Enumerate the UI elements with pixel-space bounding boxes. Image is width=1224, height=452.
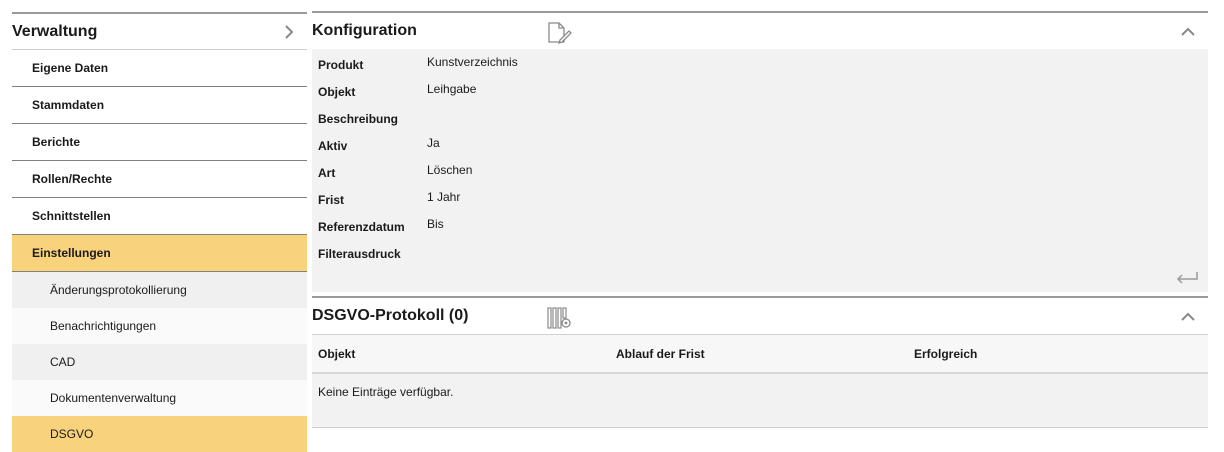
sidebar-item-einstellungen[interactable]: Einstellungen [12, 235, 307, 272]
chevron-right-icon[interactable] [281, 24, 297, 40]
field-art: Art Löschen [312, 159, 1208, 186]
sidebar-item-schnittstellen[interactable]: Schnittstellen [12, 198, 307, 235]
field-label: Art [318, 165, 336, 180]
sidebar-item-eigene-daten[interactable]: Eigene Daten [12, 50, 307, 87]
field-label: Frist [318, 192, 345, 207]
field-label: Objekt [318, 84, 356, 99]
panel-divider [312, 427, 1208, 430]
field-value: Kunstverzeichnis [427, 54, 518, 69]
field-aktiv: Aktiv Ja [312, 132, 1208, 159]
column-settings-icon[interactable] [546, 306, 572, 330]
column-header-ablauf-der-frist[interactable]: Ablauf der Frist [610, 347, 908, 361]
field-label: Filterausdruck [318, 246, 401, 261]
sidebar-subitem-dsgvo[interactable]: DSGVO [12, 416, 307, 452]
panel-title: DSGVO-Protokoll (0) [312, 307, 469, 324]
sidebar-item-rollen-rechte[interactable]: Rollen/Rechte [12, 161, 307, 198]
sidebar-subitem-cad[interactable]: CAD [12, 344, 307, 380]
chevron-up-icon[interactable] [1180, 25, 1196, 39]
sidebar-item-stammdaten[interactable]: Stammdaten [12, 87, 307, 124]
field-value: 1 Jahr [427, 189, 461, 204]
field-label: Aktiv [318, 138, 348, 153]
field-produkt: Produkt Kunstverzeichnis [312, 51, 1208, 78]
field-frist: Frist 1 Jahr [312, 186, 1208, 213]
empty-table-message: Keine Einträge verfügbar. [318, 385, 454, 399]
field-beschreibung: Beschreibung [312, 105, 1208, 132]
field-referenzdatum: Referenzdatum Bis [312, 213, 1208, 240]
dsgvo-protokoll-panel: DSGVO-Protokoll (0) Objekt Ablauf der Fr… [312, 296, 1208, 430]
sidebar-subitem-aenderungsprotokollierung[interactable]: Änderungsprotokollierung [12, 272, 307, 308]
sidebar-subitem-dokumentenverwaltung[interactable]: Dokumentenverwaltung [12, 380, 307, 416]
return-arrow-icon[interactable] [1174, 268, 1200, 288]
field-value: Löschen [427, 162, 473, 177]
column-header-erfolgreich[interactable]: Erfolgreich [908, 347, 1208, 361]
column-header-objekt[interactable]: Objekt [312, 347, 610, 361]
konfiguration-header: Konfiguration [312, 11, 1208, 49]
dsgvo-protokoll-header: DSGVO-Protokoll (0) [312, 296, 1208, 334]
konfiguration-panel: Konfiguration Produkt Kunstverzeichnis O… [312, 11, 1208, 292]
field-filterausdruck: Filterausdruck [312, 240, 1208, 267]
chevron-up-icon[interactable] [1180, 310, 1196, 324]
konfiguration-body: Produkt Kunstverzeichnis Objekt Leihgabe… [312, 49, 1208, 292]
field-objekt: Objekt Leihgabe [312, 78, 1208, 105]
sidebar-header[interactable]: Verwaltung [12, 12, 307, 50]
dsgvo-protokoll-body: Objekt Ablauf der Frist Erfolgreich Kein… [312, 334, 1208, 427]
table-header: Objekt Ablauf der Frist Erfolgreich [312, 334, 1208, 374]
field-label: Beschreibung [318, 111, 399, 126]
sidebar-item-berichte[interactable]: Berichte [12, 124, 307, 161]
field-label: Produkt [318, 57, 364, 72]
edit-document-icon[interactable] [546, 21, 572, 45]
sidebar: Verwaltung Eigene Daten Stammdaten Beric… [12, 12, 307, 452]
sidebar-title: Verwaltung [12, 22, 98, 40]
field-value: Leihgabe [427, 81, 477, 96]
panel-title: Konfiguration [312, 22, 417, 39]
field-label: Referenzdatum [318, 219, 405, 234]
field-value: Ja [427, 135, 440, 150]
sidebar-subitem-benachrichtigungen[interactable]: Benachrichtigungen [12, 308, 307, 344]
field-value: Bis [427, 216, 444, 231]
